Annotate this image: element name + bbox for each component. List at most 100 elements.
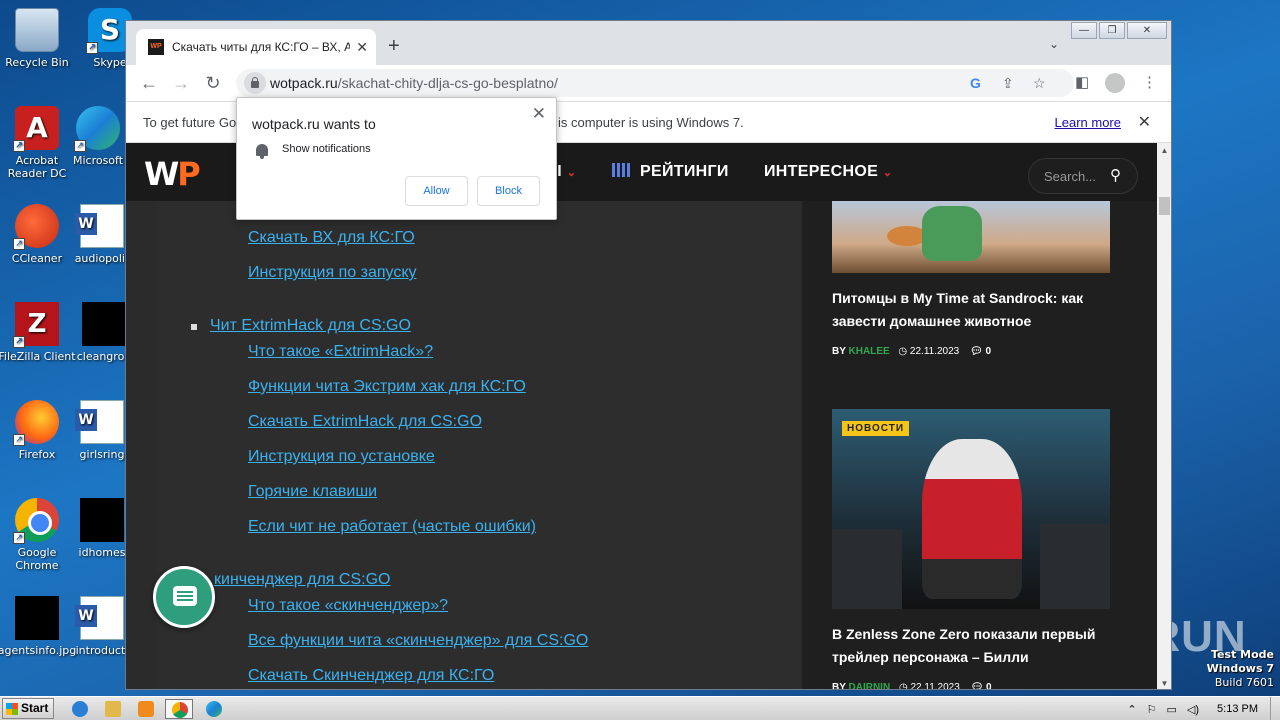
clock-icon: ◷ <box>898 682 908 690</box>
article-content: Скачать ВХ для КС:ГО Инструкция по запус… <box>156 201 801 689</box>
comment-icon: 💬︎ <box>970 346 983 357</box>
toc-link[interactable]: Что такое «скинченджер»? <box>248 597 448 615</box>
menu-kebab-icon[interactable]: ⋮ <box>1142 73 1157 91</box>
tray-expand-icon[interactable]: ⌃ <box>1127 703 1136 716</box>
toc-link[interactable]: Что такое «ExtrimHack»? <box>248 343 433 361</box>
scroll-up-arrow-icon[interactable]: ▲ <box>1157 143 1171 158</box>
author-link[interactable]: DAIRNIN <box>849 682 891 689</box>
site-favicon: WP <box>148 39 164 55</box>
post-thumbnail[interactable] <box>832 201 1110 273</box>
url-text[interactable]: wotpack.ru/skachat-chity-dlja-cs-go-besp… <box>270 75 558 91</box>
filezilla-icon: Z ↗ <box>13 302 59 348</box>
tab-strip: WP Скачать читы для КС:ГО – ВХ, АИ ✕ + ⌄… <box>126 21 1171 65</box>
share-icon[interactable]: ⇪ <box>1002 75 1014 92</box>
chevron-down-icon: ⌄ <box>566 167 577 179</box>
network-icon[interactable]: ▭ <box>1167 703 1177 716</box>
toc-link[interactable]: Горячие клавиши <box>248 483 377 501</box>
sidebar: Питомцы в My Time at Sandrock: как завес… <box>802 201 1157 690</box>
word-document-icon <box>75 596 124 640</box>
clock-icon: ◷ <box>898 346 908 357</box>
block-button[interactable]: Block <box>477 176 540 206</box>
edge-icon: ↗ <box>74 106 120 152</box>
acrobat-icon: A ↗ <box>13 106 59 152</box>
scrollbar-thumb[interactable] <box>1159 197 1170 215</box>
back-arrow-icon[interactable]: ← <box>138 72 160 94</box>
bell-icon <box>256 144 268 159</box>
taskbar: Start ⌃ ⚐ ▭ ◁) 5:13 PM <box>0 696 1280 720</box>
toc-link[interactable]: Скачать Скинченджер для КС:ГО <box>248 667 494 685</box>
new-tab-button[interactable]: + <box>388 35 400 58</box>
chat-bubble-button[interactable] <box>153 566 215 628</box>
infobar-close-icon[interactable]: ✕ <box>1138 112 1151 132</box>
page-scrollbar[interactable]: ▲ ▼ <box>1157 143 1171 689</box>
allow-button[interactable]: Allow <box>405 176 468 206</box>
tab-search-chevron-icon[interactable]: ⌄ <box>1049 37 1059 51</box>
tab-title: Скачать читы для КС:ГО – ВХ, АИ <box>172 40 351 54</box>
firefox-icon: ↗ <box>13 400 59 446</box>
taskbar-media-player-icon[interactable] <box>132 699 160 719</box>
action-center-icon[interactable]: ⚐ <box>1147 703 1157 716</box>
bookmark-star-icon[interactable]: ☆ <box>1033 75 1046 92</box>
taskbar-chrome-icon[interactable] <box>165 699 193 719</box>
toc-link[interactable]: Инструкция по запуску <box>248 264 417 282</box>
image-file-icon <box>15 596 59 640</box>
toc-section-link[interactable]: Чит ExtrimHack для CS:GO <box>210 317 411 335</box>
test-mode-label: Test Mode Windows 7 Build 7601 <box>1206 648 1274 689</box>
taskbar-ie-icon[interactable] <box>66 699 94 719</box>
post-title-link[interactable]: Питомцы в My Time at Sandrock: как завес… <box>832 287 1122 333</box>
toc-link[interactable]: Инструкция по установке <box>248 448 435 466</box>
toc-link[interactable]: Скачать ExtrimHack для CS:GO <box>248 413 482 431</box>
category-badge[interactable]: НОВОСТИ <box>842 421 910 436</box>
blank-file-icon <box>82 302 126 346</box>
volume-icon[interactable]: ◁) <box>1187 703 1199 716</box>
nav-item-interesting[interactable]: ИНТЕРЕСНОЕ ⌄ <box>764 163 892 181</box>
notification-permission-popup: wotpack.ru wants to ✕ Show notifications… <box>236 97 557 220</box>
minimize-button[interactable]: — <box>1071 22 1097 39</box>
system-tray: ⌃ ⚐ ▭ ◁) 5:13 PM <box>1127 697 1280 720</box>
window-controls: — ❐ ✕ <box>1071 22 1167 39</box>
profile-button[interactable] <box>1105 73 1125 93</box>
popup-close-icon[interactable]: ✕ <box>532 104 546 124</box>
address-bar[interactable]: wotpack.ru/skachat-chity-dlja-cs-go-besp… <box>236 69 1074 97</box>
popup-heading: wotpack.ru wants to <box>252 116 376 132</box>
google-translate-icon[interactable]: G <box>970 75 981 91</box>
post-thumbnail[interactable]: НОВОСТИ <box>832 409 1110 609</box>
word-document-icon <box>75 204 124 248</box>
toc-link[interactable]: Функции чита Экстрим хак для КС:ГО <box>248 378 526 396</box>
toc-link[interactable]: Скачать ВХ для КС:ГО <box>248 229 415 247</box>
chevron-down-icon: ⌄ <box>882 167 893 179</box>
toc-section-link[interactable]: кинченджер для CS:GO <box>214 571 390 589</box>
profile-avatar-icon <box>1105 73 1125 93</box>
search-icon[interactable]: ⚲ <box>1110 166 1121 184</box>
site-logo[interactable]: WP <box>144 155 201 193</box>
lock-icon[interactable] <box>244 72 266 94</box>
desktop-icon-recycle-bin[interactable]: Recycle Bin <box>0 8 77 69</box>
reload-icon[interactable]: ↻ <box>202 72 224 94</box>
author-link[interactable]: KHALEE <box>849 346 890 357</box>
browser-toolbar: ← → ↻ wotpack.ru/skachat-chity-dlja-cs-g… <box>126 65 1171 101</box>
close-window-button[interactable]: ✕ <box>1127 22 1167 39</box>
restore-button[interactable]: ❐ <box>1099 22 1125 39</box>
forward-arrow-icon[interactable]: → <box>170 72 192 94</box>
web-page: WP Ы ⌄ РЕЙТИНГИ ИНТЕРЕСНОЕ ⌄ Search... ⚲… <box>126 143 1157 690</box>
tab-close-icon[interactable]: ✕ <box>356 39 368 56</box>
post-meta: BY KHALEE ◷ 22.11.2023 💬︎ 0 <box>832 346 992 357</box>
start-button[interactable]: Start <box>2 698 54 719</box>
tab-active[interactable]: WP Скачать читы для КС:ГО – ВХ, АИ ✕ <box>136 29 376 65</box>
toc-link[interactable]: Если чит не работает (частые ошибки) <box>248 518 536 536</box>
clock[interactable]: 5:13 PM <box>1217 703 1258 715</box>
toc-link[interactable]: Все функции чита «скинченджер» для CS:GO <box>248 632 588 650</box>
show-desktop-button[interactable] <box>1270 697 1280 720</box>
taskbar-edge-icon[interactable] <box>200 699 228 719</box>
word-document-icon <box>75 400 124 444</box>
ratings-bars-icon <box>612 163 632 177</box>
scroll-down-arrow-icon[interactable]: ▼ <box>1157 676 1171 689</box>
post-title-link[interactable]: В Zenless Zone Zero показали первый трей… <box>832 623 1122 669</box>
site-search-input[interactable]: Search... ⚲ <box>1028 158 1138 194</box>
learn-more-link[interactable]: Learn more <box>1055 115 1121 130</box>
list-bullet <box>191 324 197 330</box>
taskbar-explorer-icon[interactable] <box>99 699 127 719</box>
chrome-icon: ↗ <box>13 498 59 544</box>
nav-item-ratings[interactable]: РЕЙТИНГИ <box>612 163 729 181</box>
side-panel-icon[interactable]: ◧ <box>1075 73 1089 91</box>
